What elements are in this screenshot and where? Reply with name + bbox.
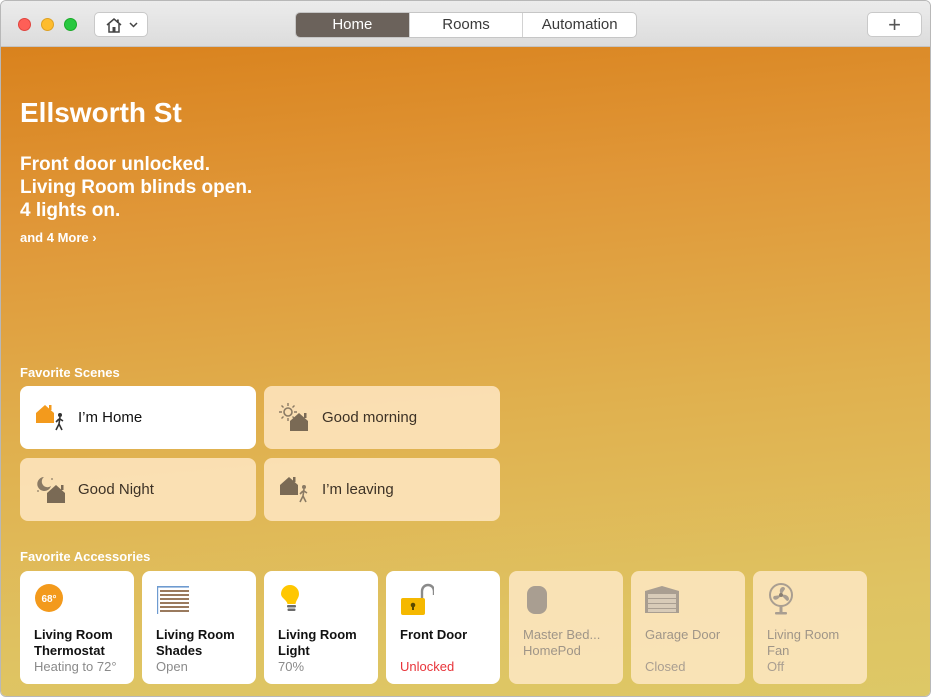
accessory-status: Heating to 72° — [34, 659, 117, 674]
accessory-status: Off — [767, 659, 784, 674]
zoom-button[interactable] — [64, 18, 77, 31]
accessory-tile-light[interactable]: Living Room Light 70% — [264, 571, 378, 684]
scene-label: I’m Home — [78, 409, 142, 426]
thermostat-icon: 68° — [34, 583, 68, 617]
accessory-name: Master Bed... HomePod — [523, 627, 621, 659]
accessory-name: Living Room Thermostat — [34, 627, 132, 659]
accessory-name: Front Door — [400, 627, 498, 643]
sunrise-house-icon — [278, 401, 312, 435]
homepod-icon — [523, 583, 557, 617]
chevron-down-icon — [129, 22, 138, 28]
view-segmented-control: Home Rooms Automation — [295, 12, 637, 38]
status-line: Living Room blinds open. — [20, 176, 252, 199]
accessory-tile-homepod[interactable]: Master Bed... HomePod — [509, 571, 623, 684]
accessory-tile-shades[interactable]: Living Room Shades Open — [142, 571, 256, 684]
home-status-summary: Front door unlocked. Living Room blinds … — [20, 153, 252, 222]
tab-automation[interactable]: Automation — [523, 13, 636, 37]
accessory-tile-garage-door[interactable]: Garage Door Closed — [631, 571, 745, 684]
leaving-home-icon — [278, 473, 312, 507]
minimize-button[interactable] — [41, 18, 54, 31]
accessory-status: Open — [156, 659, 188, 674]
arriving-home-icon — [34, 401, 68, 435]
home-view: Ellsworth St Front door unlocked. Living… — [1, 47, 930, 696]
accessory-tile-fan[interactable]: Living Room Fan Off — [753, 571, 867, 684]
scene-good-morning[interactable]: Good morning — [264, 386, 500, 449]
add-button[interactable]: + — [867, 12, 922, 37]
unlocked-lock-icon — [400, 583, 434, 617]
close-button[interactable] — [18, 18, 31, 31]
accessory-name: Living Room Fan — [767, 627, 865, 659]
scene-good-night[interactable]: Good Night — [20, 458, 256, 521]
accessory-status: 70% — [278, 659, 304, 674]
status-line: 4 lights on. — [20, 199, 252, 222]
status-line: Front door unlocked. — [20, 153, 252, 176]
moon-house-icon — [34, 473, 68, 507]
scene-label: I’m leaving — [322, 481, 394, 498]
favorite-accessories-label: Favorite Accessories — [20, 549, 150, 564]
lightbulb-icon — [278, 583, 312, 617]
scene-im-leaving[interactable]: I’m leaving — [264, 458, 500, 521]
home-app-window: Home Rooms Automation + Ellsworth St Fro… — [0, 0, 931, 697]
scene-label: Good morning — [322, 409, 417, 426]
accessory-name: Garage Door — [645, 627, 743, 643]
shades-icon — [156, 583, 190, 617]
house-icon — [105, 17, 123, 33]
favorite-scenes-label: Favorite Scenes — [20, 365, 120, 380]
thermostat-temperature: 68° — [41, 594, 56, 605]
tab-home[interactable]: Home — [296, 13, 410, 37]
accessory-name: Living Room Shades — [156, 627, 254, 659]
accessory-status: Closed — [645, 659, 685, 674]
title-bar: Home Rooms Automation + — [1, 1, 930, 47]
fan-icon — [767, 583, 801, 617]
more-status-link[interactable]: and 4 More › — [20, 230, 97, 245]
garage-door-icon — [645, 583, 679, 617]
accessory-tile-thermostat[interactable]: 68° Living Room Thermostat Heating to 72… — [20, 571, 134, 684]
home-selector-button[interactable] — [94, 12, 148, 37]
accessory-name: Living Room Light — [278, 627, 376, 659]
scene-label: Good Night — [78, 481, 154, 498]
accessory-tile-front-door[interactable]: Front Door Unlocked — [386, 571, 500, 684]
scene-im-home[interactable]: I’m Home — [20, 386, 256, 449]
tab-rooms[interactable]: Rooms — [410, 13, 524, 37]
home-title: Ellsworth St — [20, 97, 182, 129]
accessory-status: Unlocked — [400, 659, 454, 674]
